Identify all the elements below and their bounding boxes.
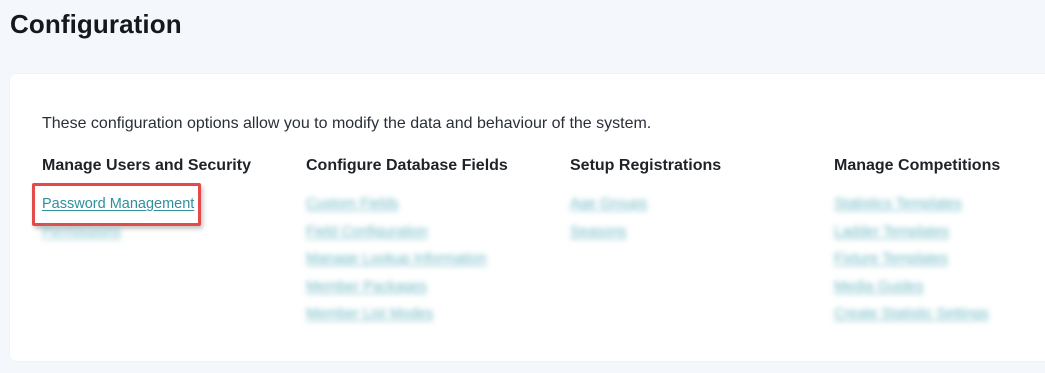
- column-setup-registrations: Setup Registrations Age Groups Seasons: [570, 157, 810, 251]
- column-heading: Manage Users and Security: [42, 157, 251, 174]
- intro-text: These configuration options allow you to…: [42, 115, 652, 132]
- media-guides-link[interactable]: Media Guides: [834, 279, 923, 295]
- column-manage-competitions: Manage Competitions Statistics Templates…: [834, 157, 1045, 334]
- link-list: Statistics Templates Ladder Templates Fi…: [834, 196, 1045, 334]
- field-configuration-link[interactable]: Field Configuration: [306, 224, 428, 240]
- list-item: Manage Lookup Information: [306, 251, 546, 279]
- list-item: Fixture Templates: [834, 251, 1045, 279]
- statistics-templates-link[interactable]: Statistics Templates: [834, 196, 962, 212]
- column-heading: Configure Database Fields: [306, 157, 508, 174]
- list-item: Member List Modes: [306, 306, 546, 334]
- link-list: Password Management Permissions: [31, 183, 282, 252]
- highlight-box: Password Management: [31, 183, 202, 226]
- fixture-templates-link[interactable]: Fixture Templates: [834, 251, 948, 267]
- column-heading: Setup Registrations: [570, 157, 722, 174]
- member-list-modes-link[interactable]: Member List Modes: [306, 306, 433, 322]
- password-management-link[interactable]: Password Management: [42, 196, 194, 212]
- list-item: Field Configuration: [306, 224, 546, 252]
- column-manage-users-security: Manage Users and Security Password Manag…: [31, 157, 282, 252]
- list-item: Media Guides: [834, 279, 1045, 307]
- create-statistic-settings-link[interactable]: Create Statistic Settings: [834, 306, 989, 322]
- member-packages-link[interactable]: Member Packages: [306, 279, 427, 295]
- list-item: Ladder Templates: [834, 224, 1045, 252]
- list-item: Password Management: [31, 183, 282, 226]
- link-list: Age Groups Seasons: [570, 196, 810, 251]
- page-title: Configuration: [10, 9, 182, 39]
- list-item: Seasons: [570, 224, 810, 252]
- list-item: Custom Fields: [306, 196, 546, 224]
- manage-lookup-information-link[interactable]: Manage Lookup Information: [306, 251, 487, 267]
- permissions-link[interactable]: Permissions: [42, 224, 121, 240]
- column-heading: Manage Competitions: [834, 157, 1001, 174]
- list-item: Statistics Templates: [834, 196, 1045, 224]
- list-item: Age Groups: [570, 196, 810, 224]
- age-groups-link[interactable]: Age Groups: [570, 196, 647, 212]
- configuration-card: These configuration options allow you to…: [10, 74, 1045, 361]
- column-configure-database-fields: Configure Database Fields Custom Fields …: [306, 157, 546, 334]
- list-item: Create Statistic Settings: [834, 306, 1045, 334]
- list-item: Permissions: [42, 224, 282, 252]
- ladder-templates-link[interactable]: Ladder Templates: [834, 224, 949, 240]
- list-item: Member Packages: [306, 279, 546, 307]
- seasons-link[interactable]: Seasons: [570, 224, 626, 240]
- link-list: Custom Fields Field Configuration Manage…: [306, 196, 546, 334]
- custom-fields-link[interactable]: Custom Fields: [306, 196, 399, 212]
